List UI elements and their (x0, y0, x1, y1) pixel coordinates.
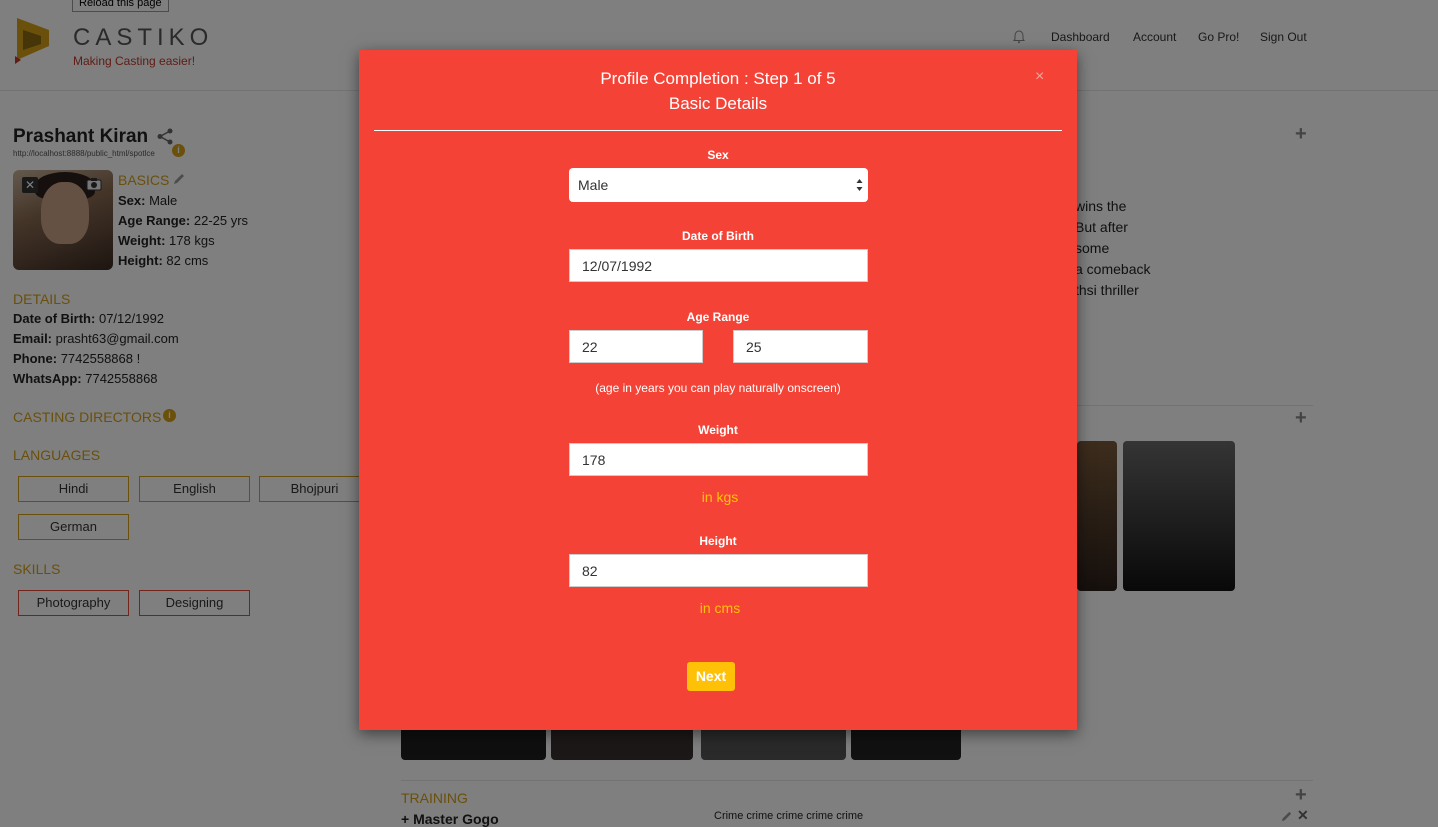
select-arrows-icon (856, 179, 863, 191)
modal-subtitle: Basic Details (668, 94, 768, 113)
age-min-input[interactable] (569, 330, 703, 363)
age-range-hint: (age in years you can play naturally ons… (595, 381, 841, 395)
height-field-label: Height (699, 534, 737, 548)
modal-title: Profile Completion : Step 1 of 5 (600, 69, 836, 88)
profile-completion-modal: Profile Completion : Step 1 of 5 Basic D… (359, 50, 1077, 730)
dob-input[interactable] (569, 249, 868, 282)
sex-field-label: Sex (707, 148, 729, 162)
close-icon[interactable]: × (1035, 68, 1049, 85)
weight-field-label: Weight (698, 423, 738, 437)
weight-unit: in kgs (701, 489, 739, 505)
dob-field-label: Date of Birth (682, 229, 754, 243)
sex-select-value: Male (578, 177, 609, 193)
age-range-label: Age Range (686, 310, 750, 324)
age-max-input[interactable] (733, 330, 868, 363)
height-input[interactable] (569, 554, 868, 587)
weight-input[interactable] (569, 443, 868, 476)
height-unit: in cms (699, 600, 741, 616)
modal-divider (374, 130, 1062, 131)
next-button[interactable]: Next (687, 662, 735, 691)
sex-select[interactable]: Male (569, 168, 868, 202)
